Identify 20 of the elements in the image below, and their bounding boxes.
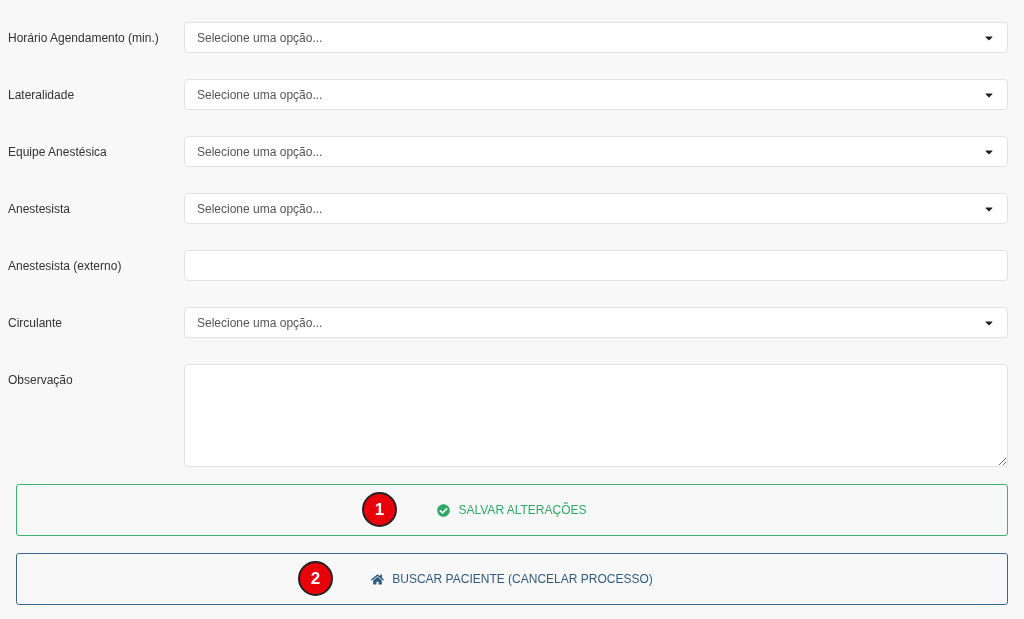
- field-label: Lateralidade: [8, 86, 76, 104]
- textarea-field[interactable]: [184, 364, 1008, 467]
- select-placeholder: Selecione uma opção...: [197, 29, 323, 47]
- field-label: Circulante: [8, 314, 64, 332]
- field-label: Anestesista: [8, 200, 72, 218]
- house-icon: [371, 572, 385, 586]
- field-label: Equipe Anestésica: [8, 143, 108, 161]
- input-field[interactable]: [184, 250, 1008, 281]
- select-field[interactable]: Selecione uma opção...: [184, 307, 1008, 338]
- select-placeholder: Selecione uma opção...: [197, 143, 323, 161]
- select-placeholder: Selecione uma opção...: [197, 200, 323, 218]
- select-field[interactable]: Selecione uma opção...: [184, 79, 1008, 110]
- field-label: Horário Agendamento (min.): [8, 29, 160, 47]
- field-label: Anestesista (externo): [8, 257, 123, 275]
- select-placeholder: Selecione uma opção...: [197, 314, 323, 332]
- select-field[interactable]: Selecione uma opção...: [184, 136, 1008, 167]
- select-placeholder: Selecione uma opção...: [197, 86, 323, 104]
- select-field[interactable]: Selecione uma opção...: [184, 193, 1008, 224]
- select-field[interactable]: Selecione uma opção...: [184, 22, 1008, 53]
- field-label: Observação: [8, 372, 74, 389]
